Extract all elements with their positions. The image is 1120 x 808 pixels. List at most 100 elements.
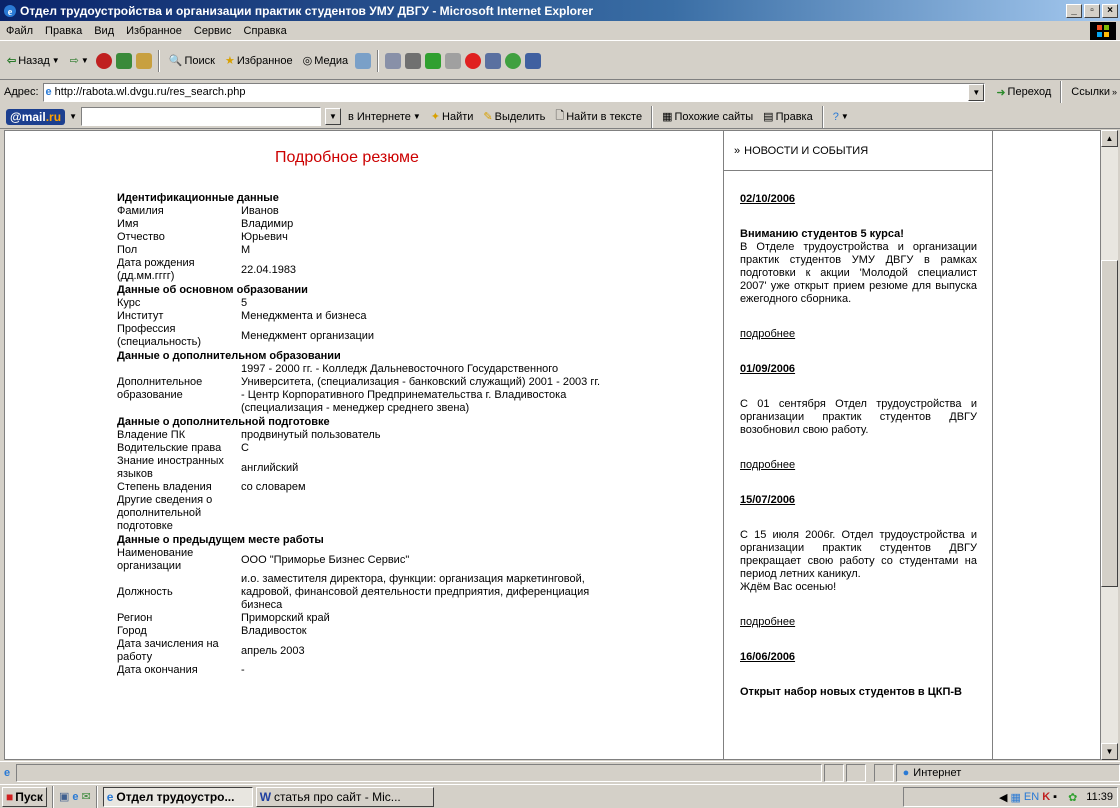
windows-flag-icon: ■: [6, 789, 14, 804]
find-in-text-icon: 🗋: [555, 110, 565, 122]
search-button[interactable]: 🔍 Поиск: [166, 54, 218, 68]
zone-label: Интернет: [913, 766, 962, 779]
print-icon[interactable]: [405, 52, 422, 69]
window-icon[interactable]: [525, 52, 542, 69]
go-button[interactable]: ➜ Переход: [993, 86, 1054, 99]
field-value: 1997 - 2000 гг. - Колледж Дальневосточно…: [241, 363, 601, 414]
field-value: Иванов: [241, 205, 279, 217]
mailru-search-input[interactable]: [80, 107, 321, 126]
news-date: 16/06/2006: [740, 651, 796, 663]
mailru-logo[interactable]: @mail.ru: [6, 108, 66, 125]
field-label: Фамилия: [117, 205, 164, 217]
menu-edit[interactable]: Правка: [39, 25, 88, 37]
field-label: Институт: [117, 310, 164, 322]
media-button[interactable]: ◎ Медиа: [300, 54, 351, 68]
mailru-toolbar: @mail.ru ▼ ▼ в Интернете ▼ ✦ Найти ✎ Выдели…: [0, 105, 1120, 129]
resume-row: Дата рождения (дд.мм.гггг) 22.04.1983: [115, 257, 605, 283]
search-dropdown[interactable]: ▼: [324, 108, 341, 125]
outlook-icon[interactable]: ✉: [81, 790, 90, 803]
highlight-icon: ✎: [483, 111, 493, 123]
tools-icon[interactable]: [485, 52, 502, 69]
messenger-icon[interactable]: [425, 52, 442, 69]
task-browser[interactable]: e Отдел трудоустро...: [102, 786, 253, 807]
news-more-link[interactable]: подробнее: [740, 459, 977, 472]
help-button[interactable]: ? ▼: [830, 111, 852, 123]
icq-icon[interactable]: [505, 52, 522, 69]
forward-button[interactable]: ⇨ ▼: [67, 54, 92, 67]
resume-row: Наименование организации ООО "Приморье Би…: [115, 547, 605, 573]
resume-table: Идентификационные данные Фамилия Иванов Имя…: [115, 191, 605, 677]
field-value: и.о. заместителя директора, функции: орг…: [241, 573, 590, 611]
resume-row: Пол М: [115, 244, 605, 257]
back-button[interactable]: ⇦ Назад ▼: [4, 54, 63, 68]
chevron-down-icon[interactable]: ▼: [69, 112, 77, 121]
history-icon[interactable]: [355, 52, 372, 69]
favorites-button[interactable]: ★ Избранное: [222, 54, 296, 68]
field-label: Водительские права: [117, 442, 222, 454]
news-more-link[interactable]: подробнее: [740, 328, 977, 341]
section-header: Данные о предыдущем месте работы: [115, 533, 605, 547]
field-value: Владивосток: [241, 625, 307, 637]
network-icon[interactable]: ▦: [1011, 791, 1021, 804]
maximize-button[interactable]: ▫: [1084, 3, 1100, 18]
antivirus-icon[interactable]: K: [1042, 791, 1050, 803]
similar-sites-button[interactable]: ▦ Похожие сайты: [659, 110, 756, 124]
news-more-link[interactable]: подробнее: [740, 616, 977, 629]
field-label: Дополнительное образование: [117, 376, 203, 401]
forward-arrow-icon: ⇨: [69, 55, 79, 67]
scroll-thumb[interactable]: [1101, 260, 1118, 587]
edit-icon[interactable]: [445, 52, 462, 69]
menu-help[interactable]: Справка: [238, 25, 293, 37]
home-icon[interactable]: [135, 52, 152, 69]
field-label: Дата зачисления на работу: [117, 638, 219, 663]
find-in-text-button[interactable]: 🗋 Найти в тексте: [552, 107, 645, 126]
task-word[interactable]: Wстатья про сайт - Mic...: [255, 786, 434, 807]
edit-button[interactable]: ▤ Правка: [760, 110, 816, 124]
icq-tray-icon[interactable]: ✿: [1068, 791, 1077, 804]
help-icon: ?: [832, 110, 839, 123]
close-button[interactable]: ×: [1102, 3, 1118, 18]
field-label: Дата рождения (дд.мм.гггг): [117, 257, 195, 282]
menu-file[interactable]: Файл: [0, 25, 39, 37]
desktop-icon[interactable]: ▣: [59, 790, 69, 803]
vertical-scrollbar[interactable]: ▲ ▼: [1101, 130, 1118, 760]
menu-tools[interactable]: Сервис: [188, 25, 238, 37]
language-icon[interactable]: EN: [1024, 791, 1039, 803]
section-title: Данные об основном образовании: [117, 284, 308, 296]
menu-favorites[interactable]: Избранное: [120, 25, 188, 37]
field-label: Владение ПК: [117, 429, 186, 441]
ie-quicklaunch-icon[interactable]: e: [72, 791, 78, 803]
double-chevron-icon: »: [734, 144, 741, 157]
in-internet-dropdown[interactable]: в Интернете ▼: [345, 111, 424, 123]
address-dropdown[interactable]: ▼: [968, 83, 985, 101]
resume-row: Курс 5: [115, 297, 605, 310]
scroll-up-button[interactable]: ▲: [1101, 130, 1118, 147]
menu-view[interactable]: Вид: [88, 25, 120, 37]
section-title: Данные о дополнительной подготовке: [117, 416, 330, 428]
mail-icon[interactable]: [385, 52, 402, 69]
links-button[interactable]: Ссылки»: [1068, 86, 1120, 98]
mailru-agent-icon[interactable]: [465, 52, 482, 69]
minimize-button[interactable]: _: [1066, 3, 1082, 18]
field-label: Должность: [117, 586, 173, 598]
svg-text:e: e: [8, 7, 13, 18]
find-button[interactable]: ✦ Найти: [428, 110, 477, 124]
field-label: Степень владения: [117, 481, 212, 493]
scroll-down-button[interactable]: ▼: [1101, 743, 1118, 760]
address-input[interactable]: e http://rabota.wl.dvgu.ru/res_search.ph…: [42, 82, 986, 102]
news-body: В Отделе трудоустройства и организации п…: [740, 241, 977, 305]
start-button[interactable]: ■ Пуск: [2, 786, 47, 807]
resume-row: Регион Приморский край: [115, 612, 605, 625]
field-label: Дата окончания: [117, 664, 198, 676]
field-value: со словарем: [241, 481, 306, 493]
stop-icon[interactable]: [95, 52, 112, 69]
camera-icon[interactable]: ▪: [1053, 791, 1057, 803]
resume-row: Дополнительное образование 1997 - 2000 гг…: [115, 363, 605, 415]
news-date: 02/10/2006: [740, 193, 796, 205]
title-bar[interactable]: e Отдел трудоустройства и организации пр…: [0, 0, 1120, 21]
news-body: С 01 сентября Отдел трудоустройства и ор…: [740, 398, 977, 436]
highlight-button[interactable]: ✎ Выделить: [480, 110, 548, 124]
media-icon: ◎: [302, 55, 313, 67]
refresh-icon[interactable]: [115, 52, 132, 69]
volume-icon[interactable]: ◀: [999, 791, 1007, 804]
